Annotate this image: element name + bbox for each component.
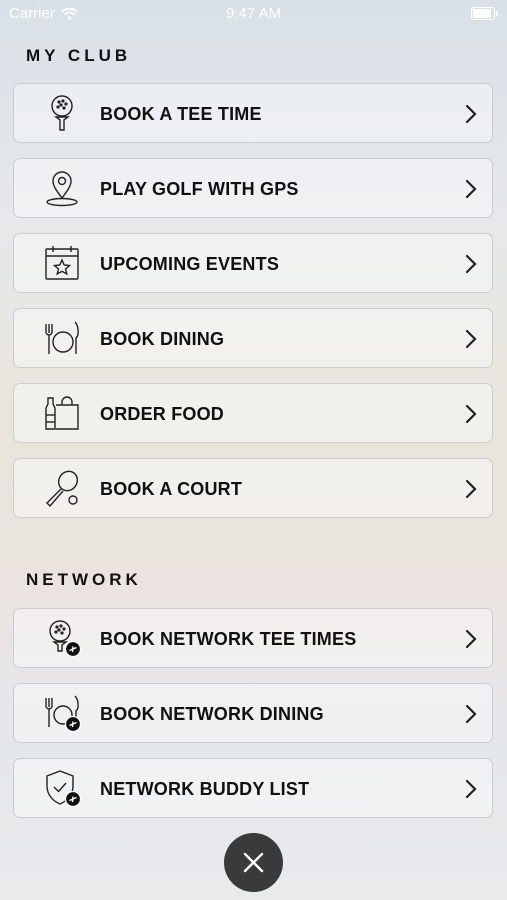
menu-item-book-court[interactable]: BOOK A COURT	[13, 458, 493, 518]
menu-item-play-golf-gps[interactable]: PLAY GOLF WITH GPS	[13, 158, 493, 218]
battery-icon	[471, 7, 498, 20]
menu-item-network-buddy-list[interactable]: NETWORK BUDDY LIST	[13, 758, 493, 818]
fork-plate-knife-icon	[45, 321, 79, 354]
menu-item-label: ORDER FOOD	[100, 404, 225, 424]
menu-item-book-tee-time[interactable]: BOOK A TEE TIME	[13, 83, 493, 143]
menu-item-book-network-dining[interactable]: BOOK NETWORK DINING	[13, 683, 493, 743]
section-title-my-club: MY CLUB	[26, 46, 132, 65]
chevron-right-icon	[465, 779, 477, 799]
menu-item-label: NETWORK BUDDY LIST	[100, 779, 310, 799]
menu-item-book-network-tee-times[interactable]: BOOK NETWORK TEE TIMES	[13, 608, 493, 668]
menu-item-upcoming-events[interactable]: UPCOMING EVENTS	[13, 233, 493, 293]
menu-item-label: BOOK NETWORK DINING	[100, 704, 324, 724]
chevron-right-icon	[465, 329, 477, 349]
chevron-right-icon	[465, 629, 477, 649]
menu-item-label: BOOK DINING	[100, 329, 225, 349]
chevron-right-icon	[465, 404, 477, 424]
menu-item-book-dining[interactable]: BOOK DINING	[13, 308, 493, 368]
close-icon	[243, 852, 264, 873]
chevron-right-icon	[465, 254, 477, 274]
map-pin-icon	[46, 171, 78, 207]
chevron-right-icon	[465, 479, 477, 499]
bag-bottle-icon	[45, 396, 79, 430]
menu-item-label: BOOK A TEE TIME	[100, 104, 262, 124]
golf-ball-network-icon	[49, 620, 82, 658]
status-time: 9:47 AM	[225, 5, 282, 22]
golf-ball-tee-icon	[51, 95, 73, 131]
dining-network-icon	[45, 695, 82, 733]
racket-ball-icon	[46, 470, 79, 508]
menu-item-label: PLAY GOLF WITH GPS	[100, 179, 299, 199]
menu-item-order-food[interactable]: ORDER FOOD	[13, 383, 493, 443]
chevron-right-icon	[465, 104, 477, 124]
menu-item-label: BOOK A COURT	[100, 479, 243, 499]
menu-item-label: BOOK NETWORK TEE TIMES	[100, 629, 357, 649]
status-bar: Carrier 9:47 AM	[0, 0, 507, 28]
menu-item-label: UPCOMING EVENTS	[100, 254, 280, 274]
shield-network-icon	[46, 770, 82, 808]
chevron-right-icon	[465, 179, 477, 199]
section-title-network: NETWORK	[26, 570, 142, 589]
close-button[interactable]	[224, 833, 283, 892]
chevron-right-icon	[465, 704, 477, 724]
calendar-star-icon	[45, 246, 79, 280]
